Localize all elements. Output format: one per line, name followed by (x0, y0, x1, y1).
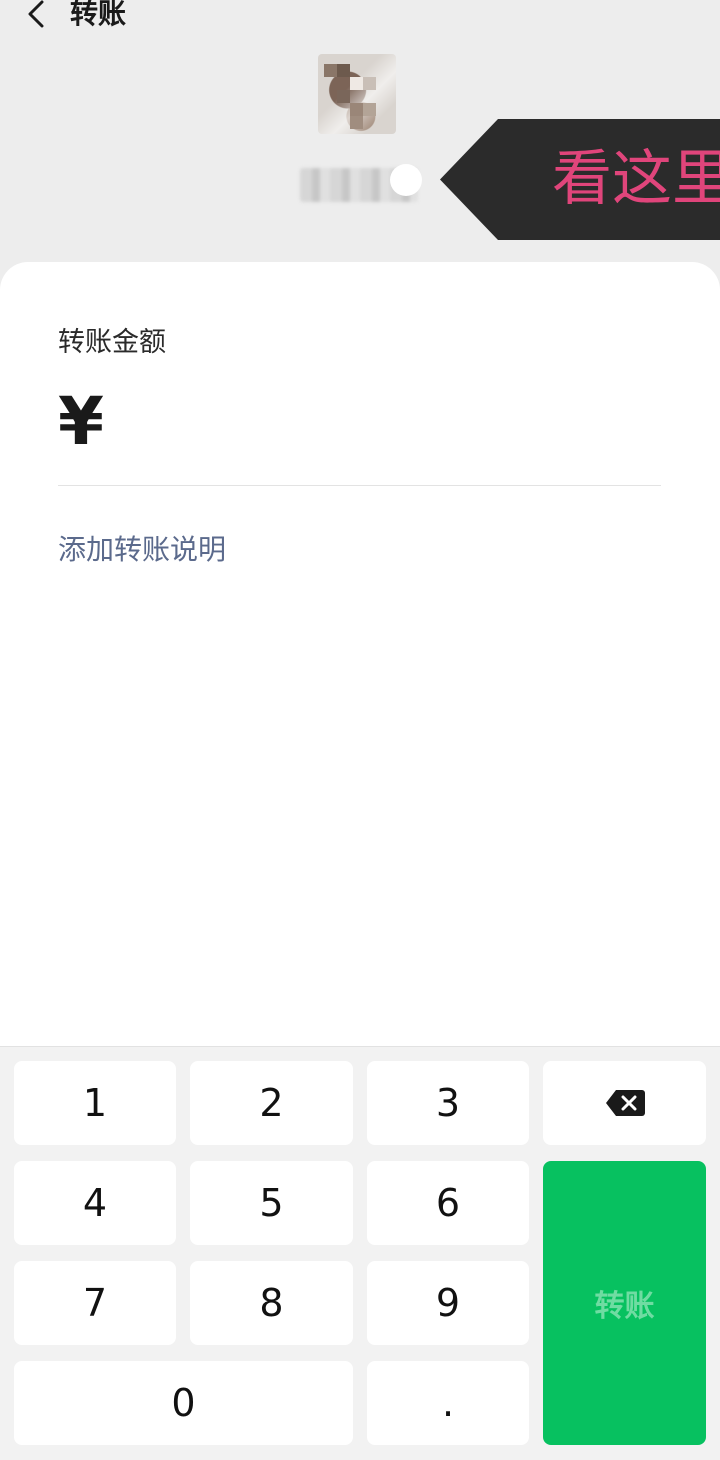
recipient-avatar (318, 54, 396, 134)
key-1[interactable]: 1 (14, 1061, 176, 1145)
key-6[interactable]: 6 (367, 1161, 529, 1245)
key-5[interactable]: 5 (190, 1161, 353, 1245)
transfer-card: 转账金额 ¥ 添加转账说明 (0, 262, 720, 1046)
back-button[interactable] (18, 0, 58, 34)
annotation-callout: 看这里 (440, 119, 720, 240)
key-9[interactable]: 9 (367, 1261, 529, 1345)
backspace-button[interactable] (543, 1061, 706, 1145)
key-dot[interactable]: . (367, 1361, 529, 1445)
page-title: 转账 (70, 0, 127, 30)
transfer-button[interactable]: 转账 (543, 1161, 706, 1445)
key-8[interactable]: 8 (190, 1261, 353, 1345)
currency-symbol: ¥ (58, 383, 104, 460)
amount-input[interactable] (120, 390, 664, 460)
nav-bar: 转账 (0, 0, 720, 40)
add-note-link[interactable]: 添加转账说明 (58, 528, 226, 568)
key-3[interactable]: 3 (367, 1061, 529, 1145)
backspace-icon (605, 1090, 645, 1116)
key-2[interactable]: 2 (190, 1061, 353, 1145)
key-0[interactable]: 0 (14, 1361, 353, 1445)
key-4[interactable]: 4 (14, 1161, 176, 1245)
callout-text: 看这里 (552, 144, 720, 214)
chevron-left-icon (28, 0, 44, 28)
numeric-keypad: 1 2 3 4 5 6 7 8 9 0 . 转账 (0, 1046, 720, 1460)
amount-label: 转账金额 (58, 327, 166, 358)
key-7[interactable]: 7 (14, 1261, 176, 1345)
divider (58, 485, 661, 486)
highlight-dot (390, 164, 422, 196)
